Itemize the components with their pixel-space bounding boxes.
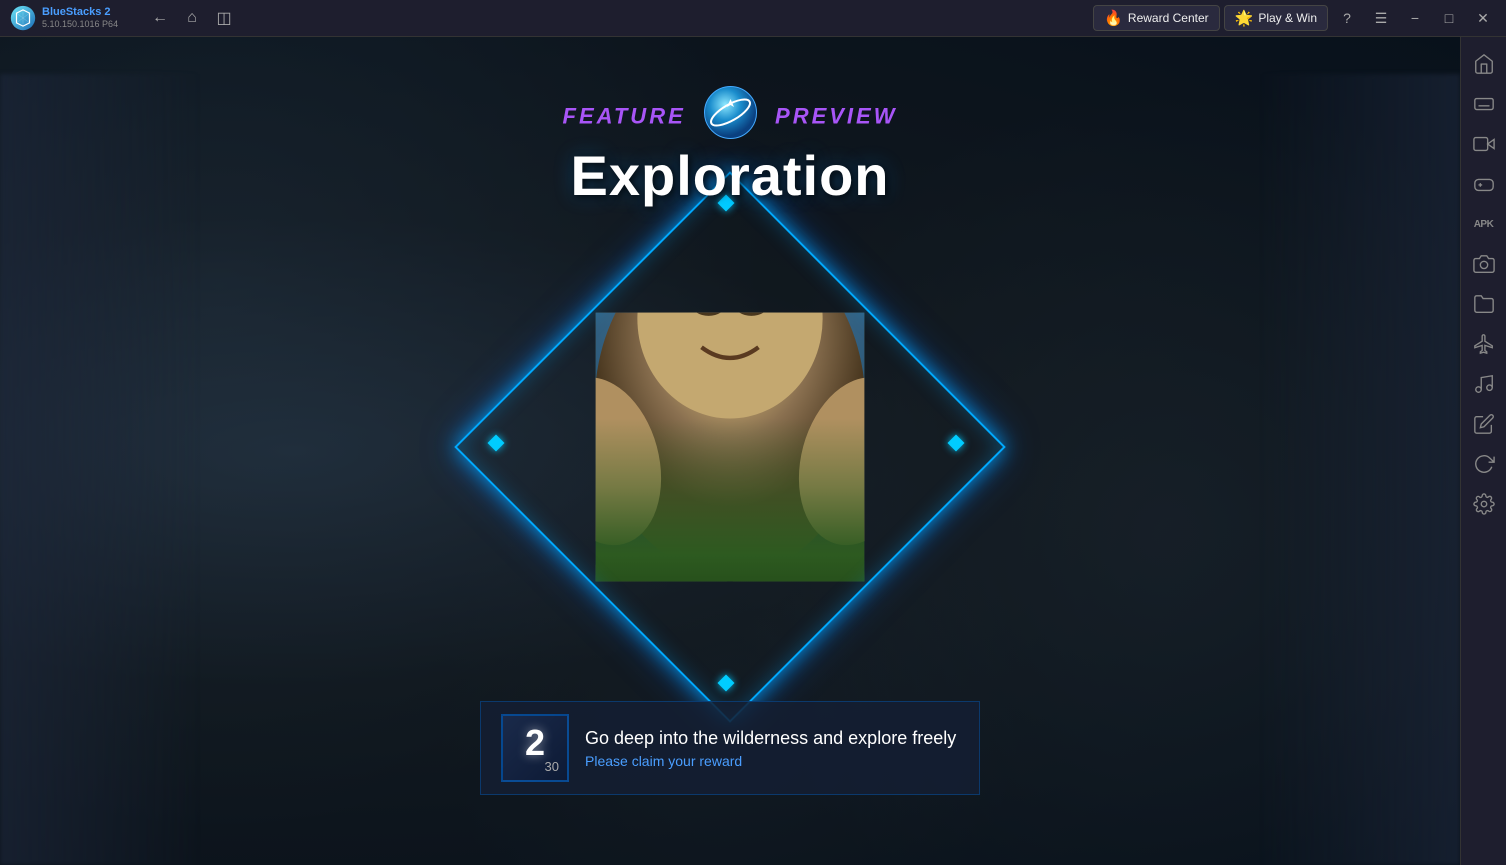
sidebar-icon-screenshot[interactable] [1465, 245, 1503, 283]
sidebar-icon-video-camera[interactable] [1465, 125, 1503, 163]
app-title: BlueStacks 2 [42, 6, 118, 19]
sidebar-icon-gamepad[interactable] [1465, 165, 1503, 203]
sidebar-icon-refresh[interactable] [1465, 445, 1503, 483]
badge-number: 2 [525, 725, 545, 761]
menu-button[interactable]: ☰ [1366, 3, 1396, 33]
nav-buttons: ← ⌂ ◫ [140, 6, 244, 30]
sidebar-icon-airplane[interactable] [1465, 325, 1503, 363]
exploration-title: Exploration [430, 143, 1030, 208]
main-content: Feature [0, 37, 1460, 865]
corner-right-decoration [950, 437, 970, 457]
left-blur [0, 74, 200, 865]
feature-label: Feature [430, 87, 1030, 148]
sidebar-icon-apk[interactable]: APK [1465, 205, 1503, 243]
help-button[interactable]: ? [1332, 3, 1362, 33]
fire-icon: 🔥 [1104, 9, 1123, 27]
bluestacks-logo-icon [10, 5, 36, 31]
corner-bottom-decoration [720, 677, 740, 697]
reward-center-label: Reward Center [1128, 11, 1209, 25]
app-version: 5.10.150.1016 P64 [42, 19, 118, 30]
logo-area: BlueStacks 2 5.10.150.1016 P64 [0, 5, 140, 31]
play-win-label: Play & Win [1258, 11, 1317, 25]
feature-text-right: Preview [775, 103, 897, 128]
titlebar: BlueStacks 2 5.10.150.1016 P64 ← ⌂ ◫ 🔥 R… [0, 0, 1506, 37]
sidebar-icon-music[interactable] [1465, 365, 1503, 403]
bs-sphere-logo [703, 85, 758, 146]
diamond-frame [450, 167, 1010, 727]
sidebar-icon-keyboard[interactable] [1465, 85, 1503, 123]
feature-text-left: Feature [563, 103, 686, 128]
minimize-button[interactable]: − [1400, 3, 1430, 33]
diamond-image-area [461, 178, 998, 715]
right-buttons: 🔥 Reward Center 🌟 Play & Win ? ☰ − □ ✕ [1085, 3, 1506, 33]
sidebar-icon-edit[interactable] [1465, 405, 1503, 443]
bottom-info-panel: 2 30 Go deep into the wilderness and exp… [480, 701, 980, 795]
play-win-button[interactable]: 🌟 Play & Win [1224, 5, 1328, 31]
reward-main-text: Go deep into the wilderness and explore … [585, 728, 956, 749]
badge-sub-number: 30 [545, 759, 559, 774]
game-scene [461, 178, 998, 715]
back-button[interactable]: ← [148, 6, 172, 30]
multitab-button[interactable]: ◫ [212, 6, 236, 30]
maximize-button[interactable]: □ [1434, 3, 1464, 33]
star-icon: 🌟 [1235, 9, 1254, 27]
right-blur [1260, 74, 1460, 865]
diamond-container [450, 167, 1010, 727]
reward-badge: 2 30 [501, 714, 569, 782]
feature-preview-header: Feature [430, 87, 1030, 208]
right-sidebar: APK [1460, 37, 1506, 865]
reward-center-button[interactable]: 🔥 Reward Center [1093, 5, 1219, 31]
corner-left-decoration [490, 437, 510, 457]
reward-sub-text: Please claim your reward [585, 753, 956, 769]
app-name: BlueStacks 2 5.10.150.1016 P64 [42, 6, 118, 30]
sidebar-icon-folder[interactable] [1465, 285, 1503, 323]
close-button[interactable]: ✕ [1468, 3, 1498, 33]
sidebar-icon-settings[interactable] [1465, 485, 1503, 523]
sidebar-icon-home[interactable] [1465, 45, 1503, 83]
home-button[interactable]: ⌂ [180, 6, 204, 30]
reward-text-area: Go deep into the wilderness and explore … [585, 728, 956, 769]
